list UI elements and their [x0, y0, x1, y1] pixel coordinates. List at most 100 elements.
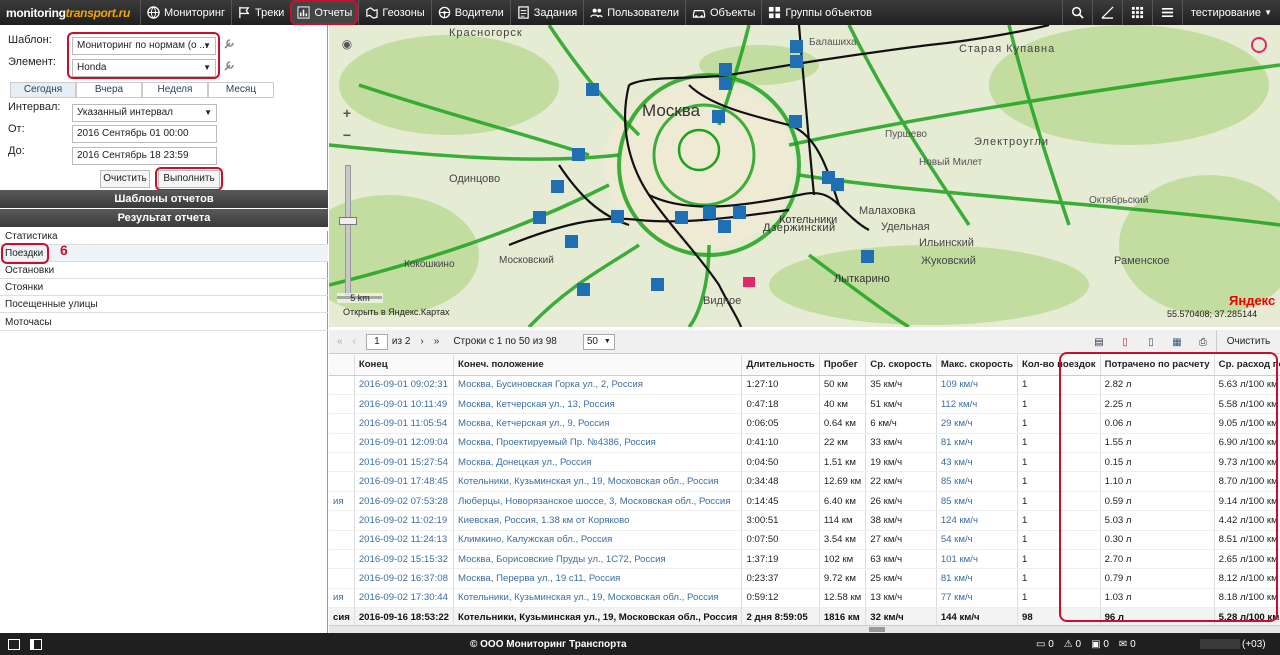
export-pdf-icon[interactable]: ▯: [1112, 337, 1138, 348]
table-cell[interactable]: Москва, Борисовские Пруды ул., 1С72, Рос…: [453, 549, 743, 570]
table-cell[interactable]: 2016-09-01 17:48:45: [354, 471, 455, 492]
column-header[interactable]: Длительность: [741, 355, 820, 376]
open-yandex-maps-link[interactable]: Открыть в Яндекс.Картах: [343, 307, 449, 317]
interval-select[interactable]: Указанный интервал ▼: [72, 104, 217, 122]
column-header[interactable]: Пробег: [819, 355, 867, 376]
messages-counter[interactable]: ▭ 0: [1036, 639, 1054, 650]
table-cell[interactable]: Москва, Кетчерская ул., 13, Россия: [453, 394, 743, 415]
alerts-counter[interactable]: ⚠ 0: [1064, 639, 1081, 650]
per-page-select[interactable]: 50 ▼: [582, 333, 615, 350]
table-cell[interactable]: Котельники, Кузьминская ул., 19, Московс…: [453, 588, 743, 609]
export-html-icon[interactable]: ▤: [1086, 337, 1112, 348]
nav-object-groups[interactable]: Группы объектов: [761, 0, 878, 25]
export-xls-icon[interactable]: ▦: [1164, 337, 1190, 348]
report-result-header[interactable]: Результат отчета: [0, 209, 328, 227]
wrench-icon[interactable]: [222, 37, 236, 51]
map-view[interactable]: ◉ + − Красногорск Москва Одинцово Балаши…: [329, 25, 1280, 327]
table-cell[interactable]: 2016-09-01 11:05:54: [354, 413, 455, 434]
tab-month[interactable]: Месяц: [208, 82, 274, 98]
table-cell[interactable]: 2016-09-02 11:24:13: [354, 530, 455, 551]
table-cell[interactable]: Люберцы, Новорязанское шоссе, 3, Московс…: [453, 491, 743, 512]
result-item-trips[interactable]: Поездки: [0, 245, 328, 262]
apps-button[interactable]: [1121, 0, 1152, 25]
column-header[interactable]: Кол-во поездок: [1017, 355, 1101, 376]
to-date-input[interactable]: 2016 Сентябрь 18 23:59: [72, 147, 217, 165]
table-row[interactable]: 2016-09-02 11:24:13 Климкино, Калужская о…: [329, 530, 1280, 551]
table-cell[interactable]: Москва, Перерва ул., 19 с11, Россия: [453, 568, 743, 589]
panel-toggle-icon[interactable]: [8, 638, 20, 650]
table-row[interactable]: 2016-09-01 15:27:54 Москва, Донецкая ул.,…: [329, 452, 1280, 473]
table-cell[interactable]: 2016-09-02 17:30:44: [354, 588, 455, 609]
column-header[interactable]: Конец: [354, 355, 455, 376]
tab-week[interactable]: Неделя: [142, 82, 208, 98]
result-item-engine-hours[interactable]: Моточасы: [0, 314, 328, 331]
table-row[interactable]: ия 2016-09-02 07:53:28 Люберцы, Новорязанс…: [329, 491, 1280, 512]
column-header[interactable]: Ср. расход по расчету: [1214, 355, 1280, 376]
measure-button[interactable]: [1091, 0, 1122, 25]
table-cell[interactable]: Киевская, Россия, 1.38 км от Коряково: [453, 510, 743, 531]
table-cell[interactable]: 2016-09-01 12:09:04: [354, 433, 455, 454]
prev-page-icon[interactable]: ‹: [353, 336, 356, 347]
from-date-input[interactable]: 2016 Сентябрь 01 00:00: [72, 125, 217, 143]
tab-yesterday[interactable]: Вчера: [76, 82, 142, 98]
table-cell[interactable]: 2016-09-02 15:15:32: [354, 549, 455, 570]
wrench-icon[interactable]: [222, 59, 236, 73]
result-item-visited-streets[interactable]: Посещенные улицы: [0, 296, 328, 313]
nav-geozones[interactable]: Геозоны: [358, 0, 430, 25]
table-cell[interactable]: Котельники, Кузьминская ул., 19, Московс…: [453, 471, 743, 492]
result-item-parkings[interactable]: Стоянки: [0, 279, 328, 296]
clear-table-button[interactable]: Очистить: [1216, 330, 1280, 354]
page-input[interactable]: 1: [365, 333, 388, 350]
zoom-slider[interactable]: [345, 165, 351, 295]
nav-drivers[interactable]: Водители: [430, 0, 510, 25]
map-compass-icon[interactable]: [1249, 35, 1269, 55]
export-doc-icon[interactable]: ▯: [1138, 337, 1164, 348]
column-header[interactable]: Потрачено по расчету: [1100, 355, 1215, 376]
search-button[interactable]: [1061, 0, 1092, 25]
app-logo[interactable]: monitoring transport.ru: [0, 0, 140, 25]
nav-monitoring[interactable]: Мониторинг: [140, 0, 231, 25]
nav-tasks[interactable]: Задания: [509, 0, 583, 25]
menu-button[interactable]: [1151, 0, 1182, 25]
clear-button[interactable]: Очистить: [100, 170, 150, 188]
nav-reports[interactable]: Отчеты: [290, 0, 359, 25]
table-row[interactable]: 2016-09-01 17:48:45 Котельники, Кузьминск…: [329, 471, 1280, 492]
notifications-counter[interactable]: ✉ 0: [1119, 639, 1136, 650]
table-cell[interactable]: 2016-09-02 11:02:19: [354, 510, 455, 531]
table-row[interactable]: 2016-09-01 09:02:31 Москва, Бусиновская Г…: [329, 375, 1280, 395]
photos-counter[interactable]: ▣ 0: [1091, 639, 1109, 650]
table-cell[interactable]: 2016-09-02 07:53:28: [354, 491, 455, 512]
last-page-icon[interactable]: »: [434, 336, 440, 347]
report-templates-header[interactable]: Шаблоны отчетов: [0, 190, 328, 208]
table-row[interactable]: 2016-09-01 10:11:49 Москва, Кетчерская ул…: [329, 394, 1280, 415]
column-header-start[interactable]: [329, 355, 355, 376]
print-icon[interactable]: ⎙: [1190, 337, 1216, 348]
horizontal-scrollbar[interactable]: [329, 625, 1280, 633]
table-cell[interactable]: Москва, Донецкая ул., Россия: [453, 452, 743, 473]
result-item-statistics[interactable]: Статистика: [0, 228, 328, 245]
table-cell[interactable]: Москва, Кетчерская ул., 9, Россия: [453, 413, 743, 434]
table-cell[interactable]: Климкино, Калужская обл., Россия: [453, 530, 743, 551]
table-cell[interactable]: Москва, Бусиновская Горка ул., 2, Россия: [453, 375, 743, 395]
table-cell[interactable]: 2016-09-01 15:27:54: [354, 452, 455, 473]
table-cell[interactable]: 2016-09-02 16:37:08: [354, 568, 455, 589]
table-cell[interactable]: 2016-09-01 10:11:49: [354, 394, 455, 415]
next-page-icon[interactable]: ›: [420, 336, 423, 347]
nav-objects[interactable]: Объекты: [685, 0, 761, 25]
scrollbar-thumb[interactable]: [869, 627, 885, 632]
zoom-out-button[interactable]: −: [339, 127, 355, 143]
sidebar-toggle-icon[interactable]: [30, 638, 42, 650]
table-row[interactable]: 2016-09-02 11:02:19 Киевская, Россия, 1.3…: [329, 510, 1280, 531]
user-menu[interactable]: тестирование ▼: [1181, 0, 1280, 25]
column-header[interactable]: Ср. скорость: [865, 355, 937, 376]
nav-users[interactable]: Пользователи: [583, 0, 685, 25]
column-header[interactable]: Конеч. положение: [453, 355, 743, 376]
result-item-stops[interactable]: Остановки: [0, 262, 328, 279]
table-row[interactable]: ия 2016-09-02 17:30:44 Котельники, Кузьмин…: [329, 588, 1280, 609]
first-page-icon[interactable]: «: [337, 336, 343, 347]
zoom-slider-handle[interactable]: [339, 217, 357, 225]
zoom-in-button[interactable]: +: [339, 105, 355, 121]
tab-today[interactable]: Сегодня: [10, 82, 76, 98]
table-row[interactable]: 2016-09-02 15:15:32 Москва, Борисовские П…: [329, 549, 1280, 570]
table-row[interactable]: 2016-09-01 11:05:54 Москва, Кетчерская ул…: [329, 413, 1280, 434]
